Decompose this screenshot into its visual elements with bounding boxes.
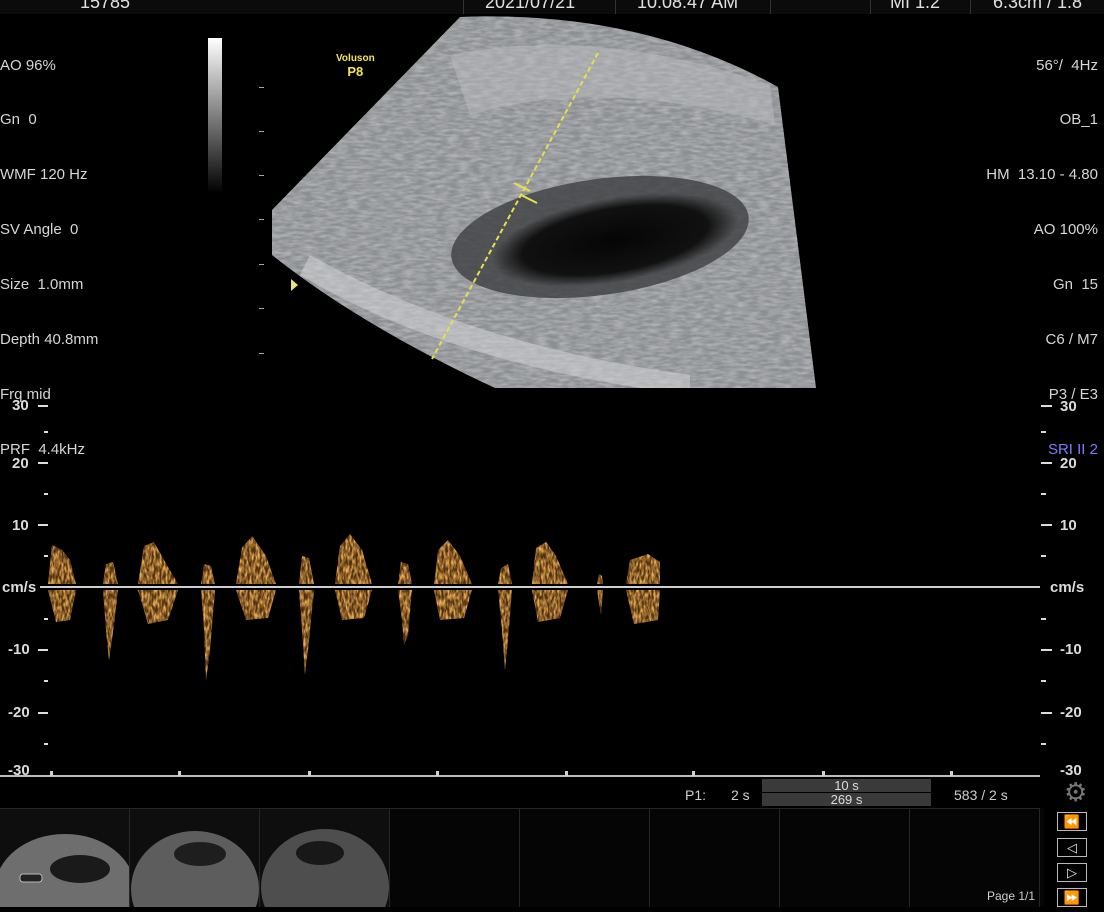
frame-counter: 583 / 2 s <box>954 787 1008 803</box>
page-indicator: Page 1/1 <box>987 889 1036 903</box>
param-ao-2d: AO 100% <box>1033 221 1098 239</box>
param-size: Size 1.0mm <box>0 276 84 294</box>
first-page-button[interactable]: ⏪ <box>1057 812 1087 831</box>
param-sv-angle: SV Angle 0 <box>0 221 79 239</box>
mechanical-index: MI 1.2 <box>890 0 941 12</box>
doppler-spectrum <box>40 520 680 760</box>
param-angle-rate: 56°/ 4Hz <box>1036 56 1098 74</box>
thumbnail-slot-6[interactable] <box>650 808 780 907</box>
depth-frequency: 6.3cm / 1.8 <box>993 0 1083 12</box>
param-map: C6 / M7 <box>1045 331 1098 349</box>
thumbnail-slot-7[interactable] <box>780 808 910 907</box>
thumbnail-2[interactable] <box>130 808 260 912</box>
grayscale-bar <box>208 38 222 193</box>
sector-scan <box>272 16 816 389</box>
thumbnail-slot-4[interactable] <box>390 808 520 907</box>
bmode-image <box>272 16 816 389</box>
p1-value: 2 s <box>731 787 750 803</box>
param-wmf: WMF 120 Hz <box>0 166 88 184</box>
thumbnail-slot-5[interactable] <box>520 808 650 907</box>
thumbnail-3[interactable] <box>260 808 390 912</box>
exam-date: 2021/07/21 <box>485 0 576 12</box>
top-status-bar: 15785 2021/07/21 10:08:47 AM MI 1.2 6.3c… <box>0 0 1104 14</box>
prev-page-button[interactable]: ◁ <box>1057 838 1087 857</box>
thumbnail-1[interactable] <box>0 808 135 912</box>
param-preset: OB_1 <box>1059 111 1098 129</box>
patient-id: 15785 <box>80 0 131 12</box>
gear-icon[interactable]: ⚙ <box>1064 779 1087 805</box>
time-axis <box>0 775 1040 777</box>
param-depth: Depth 40.8mm <box>0 331 99 349</box>
last-page-button[interactable]: ⏩ <box>1057 888 1087 907</box>
exam-time: 10:08:47 AM <box>637 0 739 12</box>
doppler-baseline[interactable] <box>40 586 1040 588</box>
next-page-button[interactable]: ▷ <box>1057 863 1087 882</box>
param-gain-2d: Gn 15 <box>1052 276 1098 294</box>
duration-top: 10 s <box>762 779 931 792</box>
p1-label: P1: <box>685 787 707 803</box>
param-ao: AO 96% <box>0 56 56 74</box>
thumbnail-strip <box>0 808 1044 912</box>
param-gain: Gn 0 <box>0 111 37 129</box>
param-harmonic: HM 13.10 - 4.80 <box>986 166 1098 184</box>
duration-bottom: 269 s <box>762 793 931 806</box>
